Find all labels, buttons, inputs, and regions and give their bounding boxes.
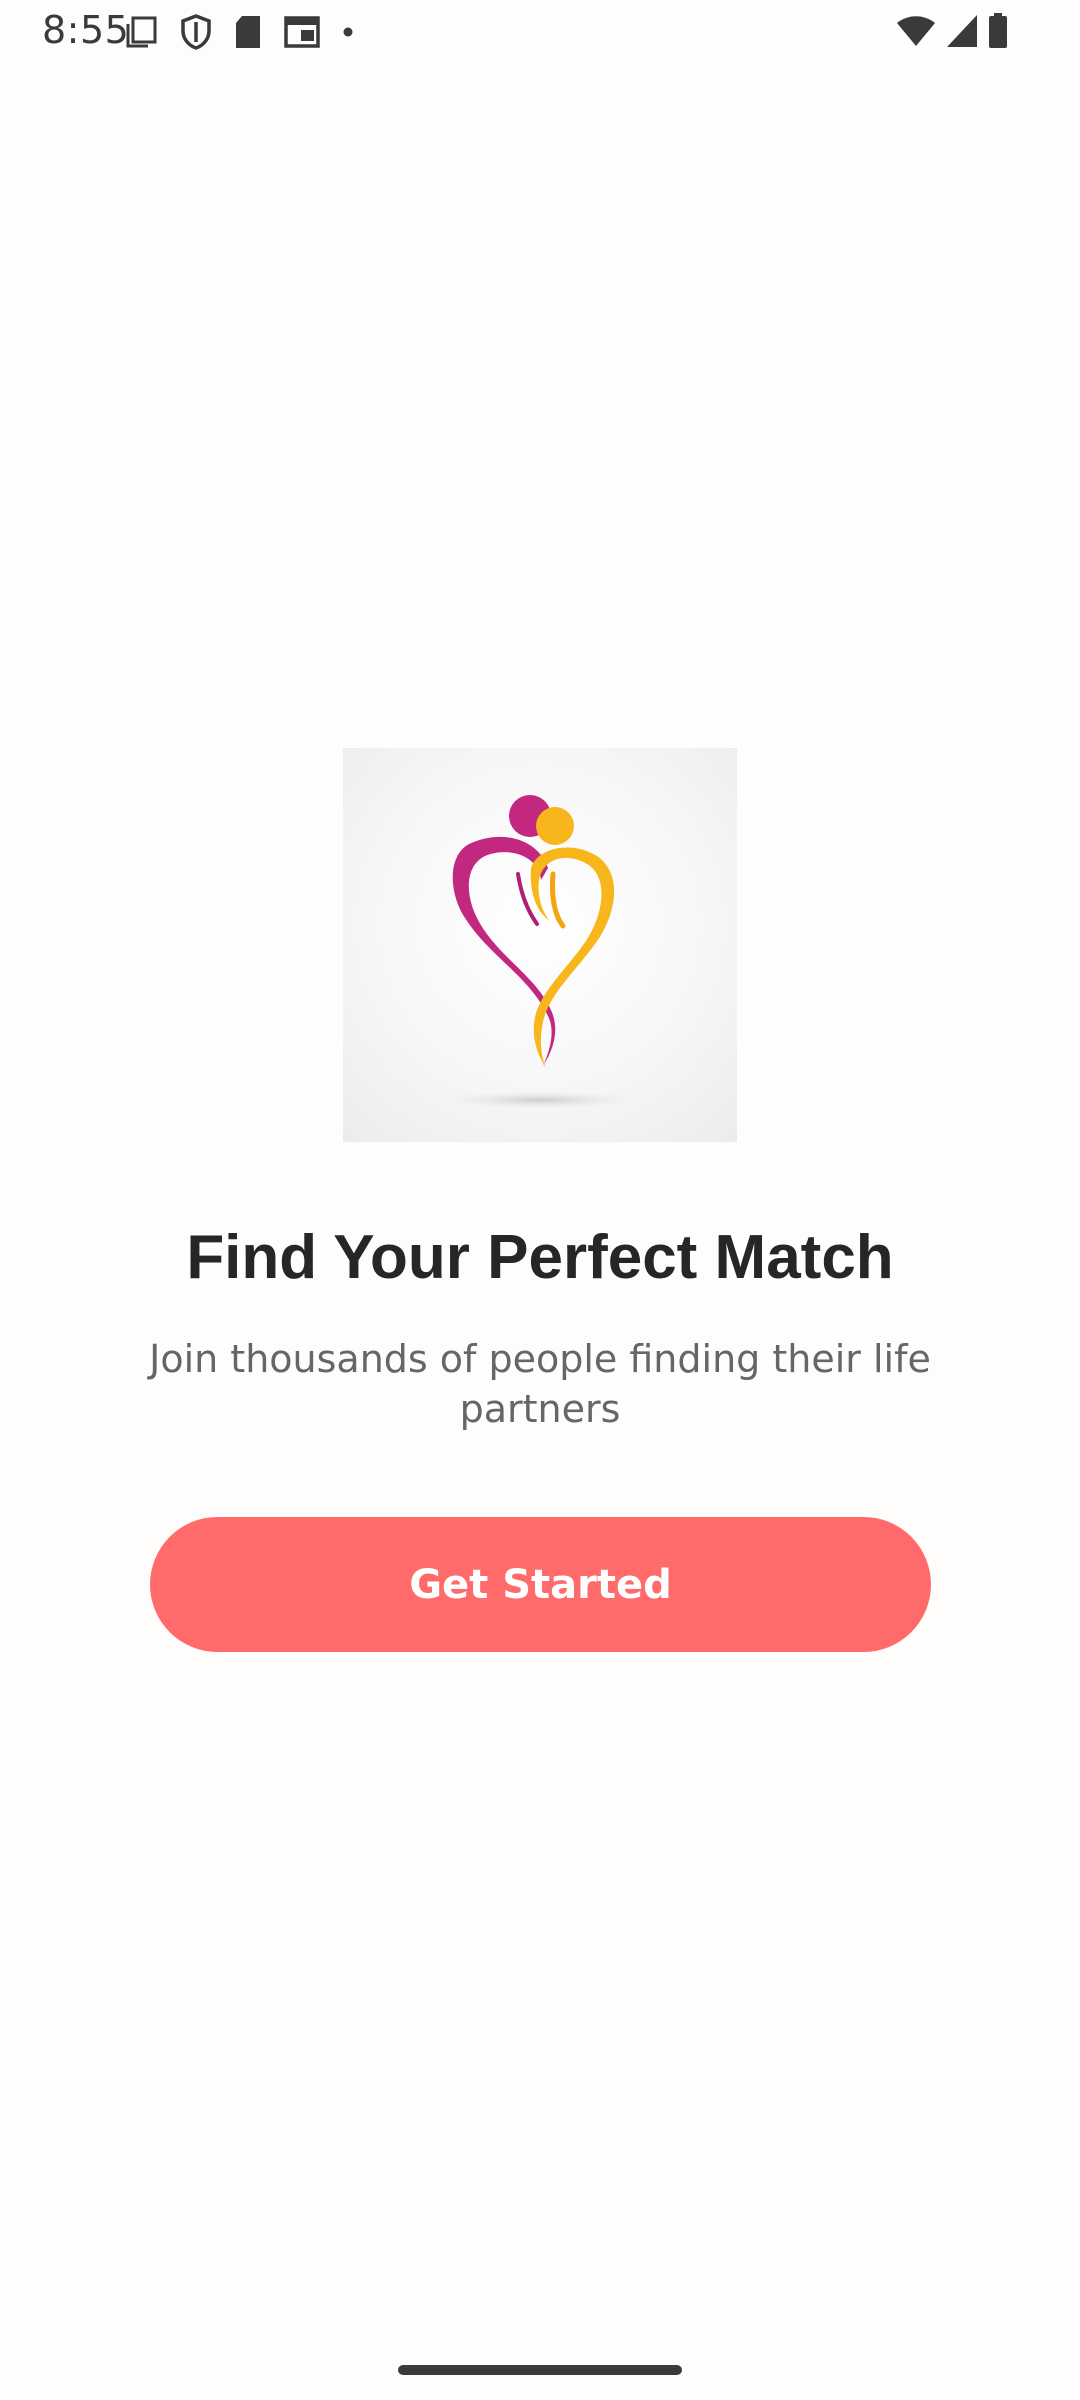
home-indicator[interactable] xyxy=(398,2365,682,2375)
calendar-icon xyxy=(284,15,320,49)
status-bar: 8:55 xyxy=(0,0,1080,64)
status-time: 8:55 xyxy=(42,8,130,52)
screenshot-icon xyxy=(124,15,158,49)
sd-card-icon xyxy=(234,15,262,49)
get-started-button[interactable]: Get Started xyxy=(150,1517,931,1652)
app-logo xyxy=(343,748,737,1142)
battery-icon xyxy=(988,13,1008,49)
welcome-screen: 8:55 Find Your Perfect Match Join thousa… xyxy=(0,0,1080,2400)
shield-icon xyxy=(180,14,212,50)
page-subtitle: Join thousands of people finding their l… xyxy=(149,1337,931,1431)
system-icons xyxy=(896,12,1008,50)
page-title: Find Your Perfect Match xyxy=(186,1223,894,1292)
heart-couple-logo-icon xyxy=(440,795,640,1109)
signal-icon xyxy=(946,14,978,48)
wifi-icon xyxy=(896,15,936,47)
notification-icons xyxy=(124,14,354,50)
dot-icon xyxy=(342,26,354,38)
